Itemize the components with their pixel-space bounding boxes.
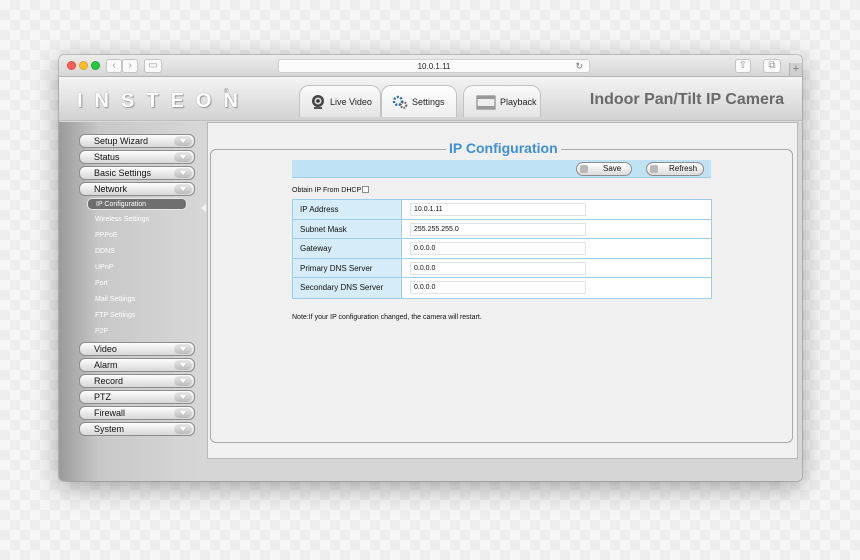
field-label: IP Address bbox=[293, 200, 402, 219]
refresh-icon bbox=[650, 165, 658, 173]
share-icon[interactable]: ⇧ bbox=[735, 59, 751, 73]
submenu-p2p[interactable]: P2P bbox=[95, 326, 108, 338]
tabs-overview-icon[interactable]: ⧉ bbox=[763, 59, 781, 73]
menu-label: Setup Wizard bbox=[94, 136, 149, 146]
main-panel: IP Configuration Save Refresh Obtain IP … bbox=[207, 122, 798, 459]
active-item-pointer bbox=[201, 204, 206, 212]
menu-alarm[interactable]: Alarm bbox=[79, 358, 195, 372]
submenu-port[interactable]: Port bbox=[95, 278, 108, 290]
menu-setup-wizard[interactable]: Setup Wizard bbox=[79, 134, 195, 148]
primary-dns-input[interactable]: 0.0.0.0 bbox=[410, 261, 586, 275]
sidebar: Setup Wizard Status Basic Settings Netwo… bbox=[59, 122, 207, 481]
address-bar-url: 10.0.1.11 bbox=[417, 62, 451, 71]
address-bar[interactable]: 10.0.1.11 ↻ bbox=[278, 59, 590, 73]
menu-video[interactable]: Video bbox=[79, 342, 195, 356]
table-row: Secondary DNS Server 0.0.0.0 bbox=[293, 278, 711, 298]
dhcp-label: Obtain IP From DHCP bbox=[292, 187, 362, 194]
menu-label: Network bbox=[94, 184, 128, 194]
chevron-down-icon bbox=[174, 376, 192, 386]
save-icon bbox=[580, 165, 588, 173]
chevron-down-icon bbox=[174, 136, 192, 146]
menu-label: Status bbox=[94, 152, 120, 162]
field-label: Primary DNS Server bbox=[293, 258, 402, 277]
ip-settings-table: IP Address 10.0.1.11 Subnet Mask 255.255… bbox=[292, 199, 712, 299]
registered-mark: ® bbox=[224, 89, 229, 95]
field-label: Secondary DNS Server bbox=[293, 278, 402, 298]
menu-label: Record bbox=[94, 376, 124, 386]
webcam-icon bbox=[310, 94, 326, 110]
ip-address-input[interactable]: 10.0.1.11 bbox=[410, 203, 586, 216]
chevron-down-icon bbox=[174, 424, 192, 434]
field-label: Gateway bbox=[293, 239, 402, 258]
action-toolbar: Save Refresh bbox=[292, 160, 711, 178]
reload-icon[interactable]: ↻ bbox=[575, 60, 583, 73]
menu-status[interactable]: Status bbox=[79, 150, 195, 164]
tab-settings[interactable]: Settings bbox=[381, 85, 457, 117]
menu-basic-settings[interactable]: Basic Settings bbox=[79, 166, 195, 180]
subnet-mask-input[interactable]: 255.255.255.0 bbox=[410, 222, 586, 236]
camera-header: INSTEON ® Live Video Settings Playback I… bbox=[59, 77, 802, 121]
tab-label: Playback bbox=[500, 96, 537, 107]
table-row: IP Address 10.0.1.11 bbox=[293, 200, 711, 220]
menu-label: Firewall bbox=[94, 408, 126, 418]
field-label: Subnet Mask bbox=[293, 219, 402, 238]
menu-system[interactable]: System bbox=[79, 422, 195, 436]
menu-network[interactable]: Network bbox=[79, 182, 195, 196]
chevron-down-icon bbox=[174, 184, 192, 194]
gateway-input[interactable]: 0.0.0.0 bbox=[410, 242, 586, 255]
submenu-mail-settings[interactable]: Mail Settings bbox=[95, 294, 135, 306]
gears-icon bbox=[392, 94, 408, 110]
refresh-button[interactable]: Refresh bbox=[646, 162, 704, 176]
back-button[interactable]: ‹ bbox=[106, 59, 122, 73]
sidebar-toggle-icon[interactable]: ▭ bbox=[144, 59, 162, 73]
new-tab-button[interactable]: + bbox=[789, 63, 802, 76]
tab-label: Settings bbox=[412, 96, 445, 107]
submenu-ddns[interactable]: DDNS bbox=[95, 246, 115, 258]
close-window-button[interactable] bbox=[67, 61, 76, 70]
chevron-down-icon bbox=[174, 408, 192, 418]
save-button-label: Save bbox=[603, 164, 622, 173]
table-row: Primary DNS Server 0.0.0.0 bbox=[293, 258, 711, 278]
refresh-button-label: Refresh bbox=[669, 164, 698, 173]
chevron-down-icon bbox=[174, 344, 192, 354]
tab-live-video[interactable]: Live Video bbox=[299, 85, 381, 117]
zoom-window-button[interactable] bbox=[91, 61, 100, 70]
dhcp-option: Obtain IP From DHCP bbox=[292, 186, 370, 194]
browser-window: ‹ › ▭ 10.0.1.11 ↻ ⇧ ⧉ + INSTEON ® Live V… bbox=[59, 55, 802, 481]
submenu-wireless-settings[interactable]: Wireless Settings bbox=[95, 214, 149, 226]
submenu-pppoe[interactable]: PPPoE bbox=[95, 230, 118, 242]
restart-note: Note:If your IP configuration changed, t… bbox=[292, 314, 482, 321]
film-icon bbox=[476, 94, 496, 110]
section-title: IP Configuration bbox=[446, 140, 561, 156]
product-title: Indoor Pan/Tilt IP Camera bbox=[589, 91, 784, 108]
menu-label: System bbox=[94, 424, 125, 434]
menu-label: Video bbox=[94, 344, 117, 354]
submenu-upnp[interactable]: UPnP bbox=[95, 262, 113, 274]
save-button[interactable]: Save bbox=[576, 162, 632, 176]
menu-firewall[interactable]: Firewall bbox=[79, 406, 195, 420]
menu-label: Alarm bbox=[94, 360, 118, 370]
dhcp-checkbox[interactable] bbox=[362, 186, 370, 193]
menu-label: Basic Settings bbox=[94, 168, 152, 178]
chevron-down-icon bbox=[174, 360, 192, 370]
tab-label: Live Video bbox=[330, 96, 372, 107]
menu-record[interactable]: Record bbox=[79, 374, 195, 388]
secondary-dns-input[interactable]: 0.0.0.0 bbox=[410, 281, 586, 294]
browser-titlebar: ‹ › ▭ 10.0.1.11 ↻ ⇧ ⧉ + bbox=[59, 55, 802, 77]
chevron-down-icon bbox=[174, 152, 192, 162]
table-row: Gateway 0.0.0.0 bbox=[293, 239, 711, 259]
chevron-down-icon bbox=[174, 392, 192, 402]
tab-playback[interactable]: Playback bbox=[463, 85, 541, 117]
minimize-window-button[interactable] bbox=[79, 61, 88, 70]
forward-button[interactable]: › bbox=[122, 59, 138, 73]
submenu-ip-configuration[interactable]: IP Configuration bbox=[87, 198, 187, 210]
table-row: Subnet Mask 255.255.255.0 bbox=[293, 219, 711, 239]
menu-label: PTZ bbox=[94, 392, 111, 402]
submenu-ftp-settings[interactable]: FTP Settings bbox=[95, 310, 135, 322]
chevron-down-icon bbox=[174, 168, 192, 178]
menu-ptz[interactable]: PTZ bbox=[79, 390, 195, 404]
content-area: Setup Wizard Status Basic Settings Netwo… bbox=[59, 122, 802, 481]
